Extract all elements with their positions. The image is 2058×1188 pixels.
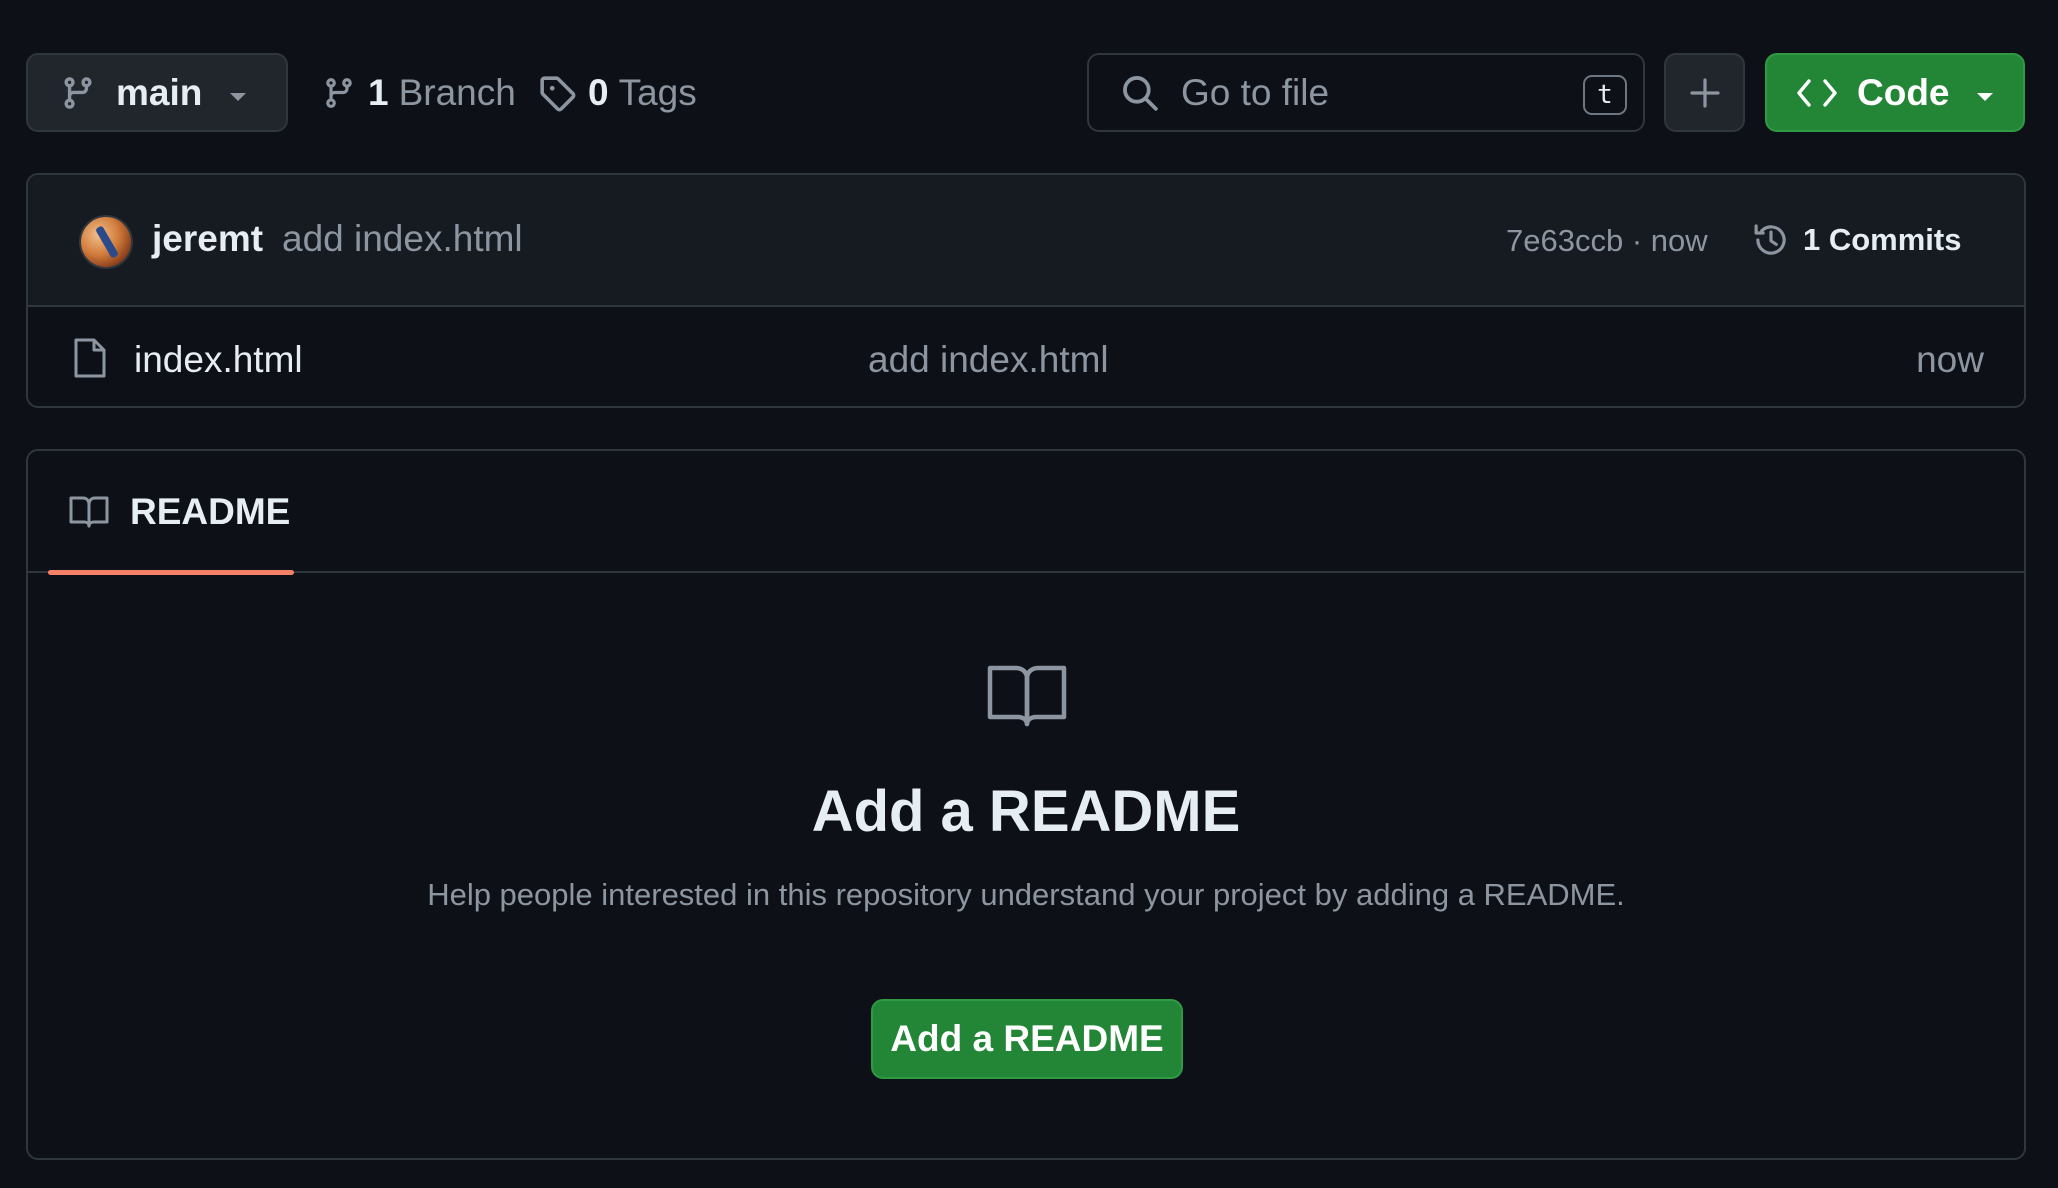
- add-readme-button[interactable]: Add a README: [871, 999, 1183, 1079]
- caret-down-icon: [230, 93, 246, 101]
- file-row[interactable]: index.html add index.html now: [28, 307, 2024, 406]
- caret-down-icon: [1977, 93, 1993, 101]
- git-branch-icon: [64, 76, 92, 109]
- search-icon: [1123, 75, 1158, 111]
- commit-sha-time[interactable]: 7e63ccb · now: [1506, 223, 1708, 259]
- branches-count: 1: [368, 71, 389, 113]
- empty-state-title: Add a README: [811, 779, 1241, 844]
- branch-name: main: [116, 71, 203, 113]
- repo-page: main 1 Branch 0 Tags Go to file t Code j…: [0, 0, 2058, 1188]
- tags-label: Tags: [618, 71, 697, 113]
- file-browser: jeremt add index.html 7e63ccb · now 1 Co…: [26, 173, 2026, 408]
- add-file-button[interactable]: [1664, 53, 1745, 132]
- code-icon: [1797, 78, 1837, 107]
- code-button-label: Code: [1857, 71, 1950, 113]
- branch-select-button[interactable]: main: [26, 53, 288, 132]
- file-age: now: [1916, 339, 1984, 380]
- file-icon: [74, 338, 106, 378]
- commit-author-link[interactable]: jeremt: [152, 218, 263, 260]
- plus-icon: [1689, 77, 1720, 108]
- file-name-link[interactable]: index.html: [134, 339, 303, 381]
- go-to-file-input[interactable]: Go to file t: [1087, 53, 1645, 132]
- branches-link[interactable]: 1 Branch: [322, 53, 516, 132]
- commit-message-link[interactable]: add index.html: [282, 218, 523, 260]
- tags-count: 0: [588, 71, 609, 113]
- empty-state-description: Help people interested in this repositor…: [427, 877, 1625, 912]
- git-branch-icon: [326, 77, 352, 108]
- keyboard-shortcut-hint: t: [1583, 75, 1627, 115]
- tag-icon: [540, 75, 576, 111]
- latest-commit-bar: jeremt add index.html 7e63ccb · now 1 Co…: [28, 175, 2024, 307]
- file-commit-message-link[interactable]: add index.html: [868, 339, 1109, 381]
- tab-readme[interactable]: README: [48, 451, 294, 575]
- commits-link[interactable]: 1 Commits: [1803, 222, 1961, 258]
- readme-header: README: [28, 451, 2024, 575]
- branches-label: Branch: [398, 71, 516, 113]
- avatar[interactable]: [79, 215, 133, 269]
- repo-toolbar: main 1 Branch 0 Tags Go to file t Code: [26, 53, 2026, 133]
- history-icon: [1754, 224, 1786, 255]
- tags-link[interactable]: 0 Tags: [538, 53, 697, 132]
- code-button[interactable]: Code: [1765, 53, 2025, 132]
- go-to-file-placeholder: Go to file: [1181, 71, 1330, 113]
- book-icon: [69, 496, 109, 528]
- readme-panel: README Add a README Help people interest…: [26, 449, 2026, 1160]
- readme-tab-label: README: [130, 491, 291, 532]
- readme-empty-state: Add a README Help people interested in t…: [28, 573, 2024, 1158]
- book-icon: [987, 665, 1067, 727]
